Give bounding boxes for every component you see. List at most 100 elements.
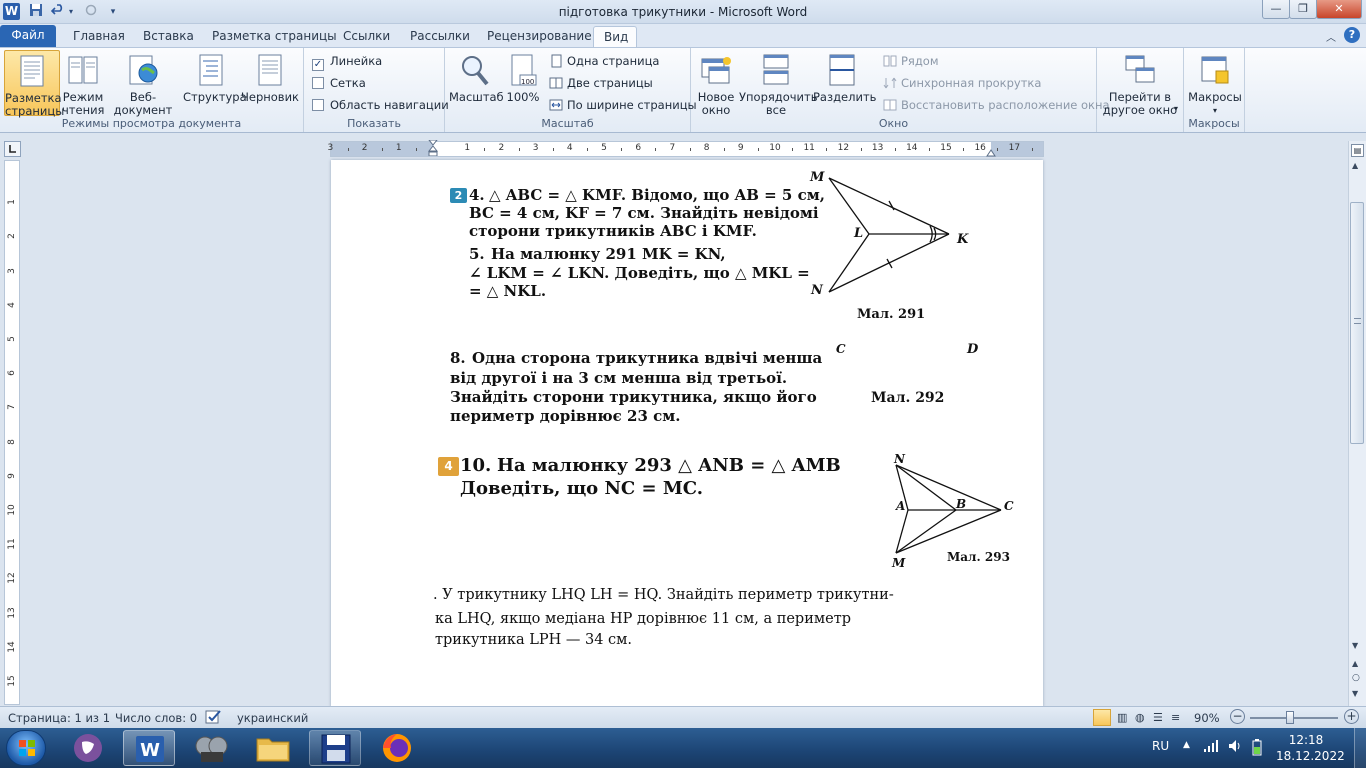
new-window-button[interactable]: Новое окно (695, 50, 737, 117)
zoom-group-label: Масштаб (541, 117, 594, 130)
proofing-icon[interactable] (205, 709, 223, 728)
ruler-number: 1 (395, 143, 402, 153)
arrange-all-button[interactable]: Упорядочить все (739, 50, 818, 117)
one-page-button[interactable]: Одна страница (549, 52, 659, 70)
scroll-down-icon[interactable]: ▼ (1352, 641, 1358, 650)
start-orb-icon[interactable] (6, 730, 46, 766)
prev-page-icon[interactable]: ▲ (1352, 659, 1358, 668)
indent-marker[interactable] (427, 139, 439, 157)
ruler-toggle-icon[interactable]: ▤ (1351, 144, 1364, 157)
new-window-icon (699, 53, 733, 87)
show-hidden-icons[interactable]: ▲ (1183, 740, 1190, 750)
print-layout-view-icon[interactable] (1093, 709, 1111, 726)
tab-insert[interactable]: Вставка (133, 26, 204, 47)
draft-button[interactable]: Черновик (240, 50, 300, 104)
tab-references[interactable]: Ссылки (333, 26, 400, 47)
vruler-number: 9 (7, 472, 17, 479)
reading-mode-button[interactable]: Режим чтения (62, 50, 104, 117)
reading-view-icon[interactable]: ▥ (1117, 711, 1127, 724)
tab-mailings[interactable]: Рассылки (400, 26, 480, 47)
outline-button[interactable]: Структура (183, 50, 247, 104)
tab-review[interactable]: Рецензирование (477, 26, 602, 47)
browse-object-icon[interactable]: ○ (1352, 673, 1360, 683)
word-count[interactable]: Число слов: 0 (115, 711, 197, 725)
taskbar: W RU ▲ 12:18 18.12.2022 (0, 728, 1366, 768)
vruler-number: 15 (7, 675, 17, 687)
right-indent-marker[interactable] (986, 146, 996, 157)
web-layout-button[interactable]: Веб-документ (104, 50, 182, 117)
zoom-button[interactable]: Масштаб (449, 50, 504, 104)
clock-date[interactable]: 18.12.2022 (1276, 749, 1345, 763)
language[interactable]: украинский (237, 711, 308, 725)
window-group-label: Окно (878, 117, 909, 130)
horizontal-ruler[interactable]: 3 2 1 1 2 3 4 5 6 7 8 9 10 11 12 13 14 15 16 17 (328, 139, 1044, 157)
floppy-save-icon[interactable] (309, 730, 361, 766)
viber-icon[interactable] (62, 730, 114, 766)
maximize-button[interactable]: ❐ (1289, 0, 1317, 19)
outline-icon (194, 53, 228, 87)
zoom-100-button[interactable]: 100 100% (505, 50, 541, 104)
fig292-label-D: D (967, 342, 979, 357)
task-10-line-2: Доведіть, що NC = MC. (460, 478, 704, 499)
ruler-number: 9 (737, 143, 744, 153)
outline-view-icon[interactable]: ☰ (1153, 711, 1163, 724)
zoom-slider[interactable] (1250, 711, 1338, 724)
collapse-ribbon-icon[interactable]: ︿ (1326, 29, 1336, 44)
show-desktop-button[interactable] (1354, 728, 1366, 768)
battery-icon[interactable] (1250, 738, 1264, 759)
firefox-icon[interactable] (371, 730, 423, 766)
zoom-level[interactable]: 90% (1194, 711, 1220, 725)
vruler-marks: 1 2 3 4 5 6 7 8 9 10 11 12 13 14 15 (5, 161, 19, 704)
clock-time[interactable]: 12:18 (1276, 733, 1336, 747)
web-view-icon[interactable]: ◍ (1135, 711, 1145, 724)
draft-icon (253, 53, 287, 87)
task-last-line-1: . У трикутнику LHQ LH = HQ. Знайдіть пер… (433, 587, 894, 603)
split-button[interactable]: Разделить (813, 50, 876, 104)
network-signal-icon[interactable] (1203, 739, 1219, 756)
folder-icon[interactable] (247, 730, 299, 766)
page-count[interactable]: Страница: 1 из 1 (8, 711, 110, 725)
volume-icon[interactable] (1227, 738, 1243, 757)
navigation-pane-checkbox[interactable]: Область навигации (312, 96, 449, 114)
tab-file[interactable]: Файл (0, 25, 56, 47)
vertical-ruler[interactable]: 1 2 3 4 5 6 7 8 9 10 11 12 13 14 15 (4, 160, 20, 705)
close-button[interactable]: ✕ (1316, 0, 1362, 19)
minimize-button[interactable]: — (1262, 0, 1290, 19)
tab-selector-icon[interactable] (4, 141, 21, 157)
tab-page-layout[interactable]: Разметка страницы (202, 26, 347, 47)
task-10-number: 10. (460, 455, 492, 476)
ruler-number: 11 (803, 143, 815, 153)
page-width-button[interactable]: По ширине страницы (549, 96, 697, 114)
switch-windows-button[interactable]: Перейти в другое окно ▾ (1100, 50, 1180, 117)
ribbon-tabs: Файл Главная Вставка Разметка страницы С… (0, 24, 1366, 47)
gridlines-checkbox[interactable]: Сетка (312, 74, 366, 92)
globe-icon (126, 53, 160, 87)
scroll-thumb[interactable] (1350, 202, 1364, 444)
help-icon[interactable]: ? (1344, 27, 1360, 43)
vruler-number: 14 (7, 641, 17, 653)
next-page-icon[interactable]: ▼ (1352, 689, 1358, 698)
reset-window-position-button[interactable]: Восстановить расположение окна (883, 96, 1110, 114)
keyboard-language[interactable]: RU (1152, 739, 1169, 753)
zoom-in-icon[interactable]: + (1344, 709, 1359, 724)
sync-scroll-button[interactable]: Синхронная прокрутка (883, 74, 1041, 92)
ruler-number: 6 (635, 143, 642, 153)
tab-home[interactable]: Главная (63, 26, 135, 47)
ruler-tick (1031, 148, 1033, 151)
word-icon[interactable]: W (123, 730, 175, 766)
reading-mode-icon (66, 53, 100, 87)
document-page[interactable]: 2 4. △ ABC = △ KMF. Відомо, що AB = 5 см… (331, 160, 1043, 707)
view-side-by-side-button[interactable]: Рядом (883, 52, 939, 70)
ruler-checkbox[interactable]: ✓ Линейка (312, 52, 382, 71)
film-icon[interactable] (185, 730, 237, 766)
macros-button[interactable]: Макросы ▾ (1188, 50, 1242, 117)
task-5-line-2: ∠ LKM = ∠ LKN. Доведіть, що △ MKL = (469, 264, 810, 282)
zoom-slider-thumb[interactable] (1285, 711, 1294, 724)
print-layout-button[interactable]: Разметка страницы (4, 50, 64, 118)
draft-view-icon[interactable]: ≡ (1171, 711, 1180, 724)
ribbon: Разметка страницы Режим чтения Веб-докум… (0, 47, 1366, 133)
two-pages-button[interactable]: Две страницы (549, 74, 653, 92)
zoom-out-icon[interactable]: − (1230, 709, 1245, 724)
tab-view[interactable]: Вид (593, 26, 637, 47)
scroll-up-icon[interactable]: ▲ (1352, 161, 1358, 170)
